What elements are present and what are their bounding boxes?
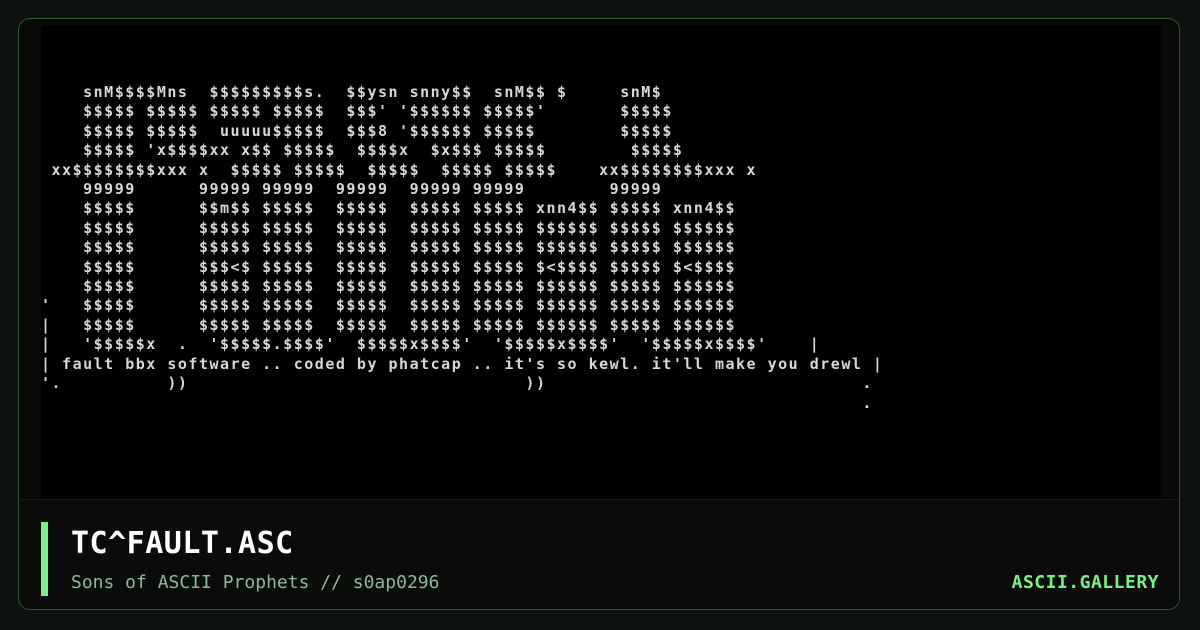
accent-bar <box>41 522 48 596</box>
file-title: TC^FAULT.ASC <box>71 526 294 561</box>
group-subtitle: Sons of ASCII Prophets // s0ap0296 <box>71 572 440 593</box>
ascii-art-viewport: snM$$$$Mns $$$$$$$$$s. $$ysn snny$$ snM$… <box>41 25 1161 503</box>
info-footer: TC^FAULT.ASC Sons of ASCII Prophets // s… <box>19 499 1179 609</box>
ascii-art-text: snM$$$$Mns $$$$$$$$$s. $$ysn snny$$ snM$… <box>41 83 884 412</box>
site-brand-link[interactable]: ASCII.GALLERY <box>1012 572 1159 593</box>
card-frame: snM$$$$Mns $$$$$$$$$s. $$ysn snny$$ snM$… <box>18 18 1180 610</box>
